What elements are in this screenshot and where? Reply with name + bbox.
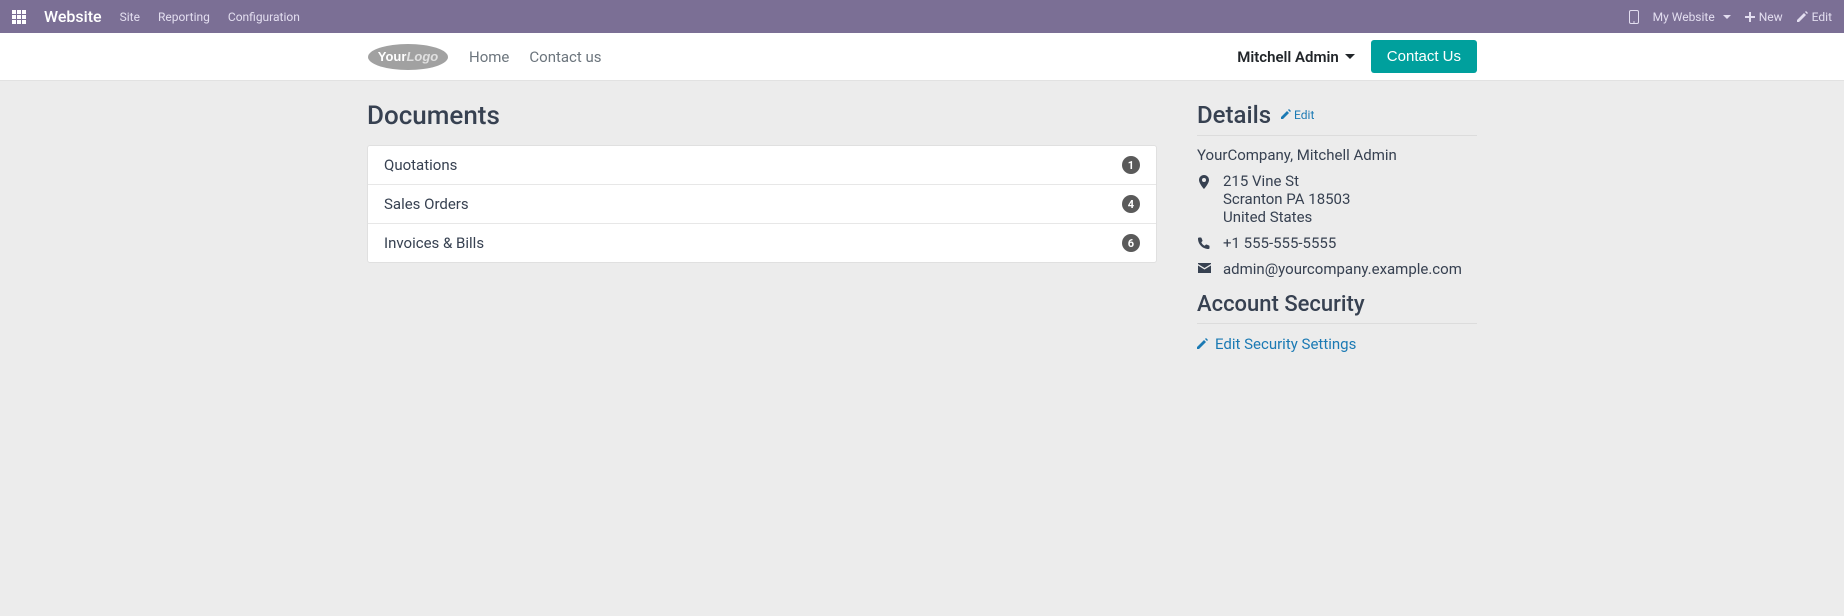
- topbar-left: Website Site Reporting Configuration: [12, 7, 300, 26]
- doc-row-sales-orders[interactable]: Sales Orders 4: [368, 185, 1156, 224]
- contact-us-button[interactable]: Contact Us: [1371, 40, 1477, 73]
- new-label: New: [1759, 10, 1783, 24]
- phone-row: +1 555-555-5555: [1197, 234, 1477, 252]
- envelope-icon: [1197, 260, 1211, 273]
- topbar-right: My Website New Edit: [1629, 10, 1832, 24]
- page-content: Documents Quotations 1 Sales Orders 4 In…: [352, 81, 1492, 373]
- address-row: 215 Vine St Scranton PA 18503 United Sta…: [1197, 172, 1477, 226]
- pencil-icon: [1197, 335, 1209, 353]
- phone-text: +1 555-555-5555: [1223, 234, 1336, 252]
- doc-row-quotations[interactable]: Quotations 1: [368, 146, 1156, 185]
- documents-column: Documents Quotations 1 Sales Orders 4 In…: [367, 101, 1157, 353]
- doc-row-invoices-bills[interactable]: Invoices & Bills 6: [368, 224, 1156, 262]
- nav-home[interactable]: Home: [469, 48, 509, 66]
- topnav-site[interactable]: Site: [120, 10, 140, 24]
- user-menu-dropdown[interactable]: Mitchell Admin: [1237, 48, 1355, 66]
- edit-page-button[interactable]: Edit: [1797, 10, 1832, 24]
- doc-row-badge: 4: [1122, 195, 1140, 213]
- topnav-reporting[interactable]: Reporting: [158, 10, 210, 24]
- map-marker-icon: [1197, 172, 1211, 189]
- my-website-label: My Website: [1653, 10, 1715, 24]
- security-header: Account Security: [1197, 292, 1477, 324]
- edit-details-link[interactable]: Edit: [1281, 108, 1314, 122]
- documents-title: Documents: [367, 101, 1157, 131]
- edit-security-label: Edit Security Settings: [1215, 335, 1356, 353]
- new-page-button[interactable]: New: [1745, 10, 1783, 24]
- user-name: Mitchell Admin: [1237, 48, 1339, 66]
- company-name-line: YourCompany, Mitchell Admin: [1197, 146, 1477, 164]
- doc-row-label: Invoices & Bills: [384, 234, 484, 252]
- security-title: Account Security: [1197, 292, 1365, 317]
- details-header: Details Edit: [1197, 101, 1477, 136]
- svg-text:YourLogo: YourLogo: [378, 49, 438, 64]
- app-brand: Website: [44, 7, 102, 26]
- address-text: 215 Vine St Scranton PA 18503 United Sta…: [1223, 172, 1350, 226]
- documents-list: Quotations 1 Sales Orders 4 Invoices & B…: [367, 145, 1157, 263]
- edit-security-link[interactable]: Edit Security Settings: [1197, 335, 1356, 353]
- pencil-icon: [1281, 108, 1291, 122]
- topnav-configuration[interactable]: Configuration: [228, 10, 300, 24]
- system-topbar: Website Site Reporting Configuration My …: [0, 0, 1844, 33]
- apps-icon[interactable]: [12, 10, 26, 24]
- mobile-preview-icon[interactable]: [1629, 10, 1639, 24]
- edit-details-label: Edit: [1294, 108, 1314, 122]
- doc-row-badge: 1: [1122, 156, 1140, 174]
- company-logo[interactable]: YourLogo: [367, 43, 449, 71]
- email-row: admin@yourcompany.example.com: [1197, 260, 1477, 278]
- phone-icon: [1197, 234, 1211, 249]
- doc-row-badge: 6: [1122, 234, 1140, 252]
- email-text: admin@yourcompany.example.com: [1223, 260, 1462, 278]
- site-navbar: YourLogo Home Contact us Mitchell Admin …: [0, 33, 1844, 81]
- doc-row-label: Quotations: [384, 156, 457, 174]
- edit-label: Edit: [1812, 10, 1832, 24]
- nav-contact-us[interactable]: Contact us: [529, 48, 601, 66]
- details-column: Details Edit YourCompany, Mitchell Admin…: [1197, 101, 1477, 353]
- details-title: Details: [1197, 101, 1271, 129]
- my-website-dropdown[interactable]: My Website: [1653, 10, 1731, 24]
- doc-row-label: Sales Orders: [384, 195, 469, 213]
